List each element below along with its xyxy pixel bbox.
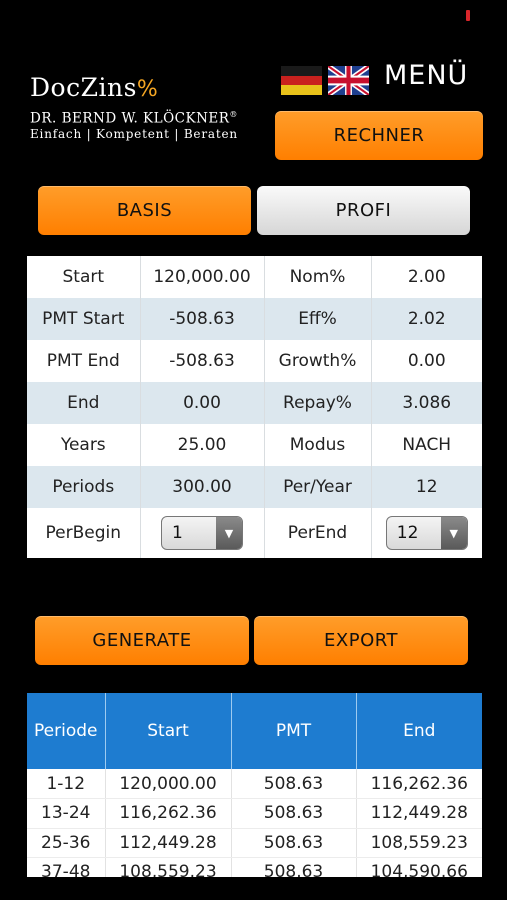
param-value[interactable]: 12 — [371, 466, 482, 508]
param-row: End 0.00 Repay% 3.086 — [27, 382, 482, 424]
per-begin-label: PerBegin — [27, 508, 141, 558]
param-label: Modus — [264, 424, 372, 466]
per-end-value: 12 — [396, 523, 419, 543]
cell-end: 104,590.66 — [356, 857, 482, 877]
cell-pmt: 508.63 — [231, 857, 357, 877]
dropdown-arrow-icon: ▼ — [216, 517, 242, 549]
column-header[interactable]: Periode — [27, 693, 106, 769]
cell-periode: 13-24 — [27, 798, 106, 829]
per-end-select[interactable]: 12 ▼ — [385, 516, 468, 550]
rechner-button[interactable]: RECHNER — [275, 111, 483, 160]
table-row: 37-48 108,559.23 508.63 104,590.66 — [27, 857, 482, 877]
param-label: Start — [27, 256, 141, 298]
table-row: 1-12 120,000.00 508.63 116,262.36 — [27, 769, 482, 799]
cell-pmt: 508.63 — [231, 769, 357, 799]
param-value[interactable]: 0.00 — [140, 382, 265, 424]
param-label: Years — [27, 424, 141, 466]
param-value[interactable]: NACH — [371, 424, 482, 466]
status-indicator — [466, 10, 470, 21]
param-label: Per/Year — [264, 466, 372, 508]
table-row: 13-24 116,262.36 508.63 112,449.28 — [27, 798, 482, 829]
cell-periode: 25-36 — [27, 828, 106, 858]
results-header-row: Periode Start PMT End — [27, 693, 482, 769]
param-row: Start 120,000.00 Nom% 2.00 — [27, 256, 482, 298]
param-row: PerBegin 1 ▼ PerEnd 12 ▼ — [27, 508, 482, 558]
per-begin-value: 1 — [172, 523, 183, 543]
menu-button[interactable]: MENÜ — [384, 60, 468, 91]
cell-start: 120,000.00 — [105, 769, 232, 799]
export-button[interactable]: EXPORT — [254, 616, 468, 665]
parameters-table: Start 120,000.00 Nom% 2.00 PMT Start -50… — [27, 256, 482, 558]
param-label: Eff% — [264, 298, 372, 340]
cell-start: 112,449.28 — [105, 828, 232, 858]
logo-tagline: Einfach | Kompetent | Beraten — [30, 126, 238, 141]
per-begin-select[interactable]: 1 ▼ — [161, 516, 243, 550]
per-end-label: PerEnd — [264, 508, 372, 558]
cell-periode: 1-12 — [27, 769, 106, 799]
param-value[interactable]: 120,000.00 — [140, 256, 265, 298]
column-header[interactable]: End — [356, 693, 482, 769]
tab-basis[interactable]: BASIS — [38, 186, 251, 235]
param-label: Growth% — [264, 340, 372, 382]
cell-end: 112,449.28 — [356, 798, 482, 829]
table-row: 25-36 112,449.28 508.63 108,559.23 — [27, 828, 482, 858]
cell-start: 108,559.23 — [105, 857, 232, 877]
cell-periode: 37-48 — [27, 857, 106, 877]
uk-flag-icon[interactable] — [328, 66, 369, 95]
param-row: PMT Start -508.63 Eff% 2.02 — [27, 298, 482, 340]
cell-pmt: 508.63 — [231, 798, 357, 829]
results-table[interactable]: Periode Start PMT End 1-12 120,000.00 50… — [27, 693, 482, 877]
param-label: Repay% — [264, 382, 372, 424]
param-row: Periods 300.00 Per/Year 12 — [27, 466, 482, 508]
cell-end: 116,262.36 — [356, 769, 482, 799]
param-value[interactable]: 25.00 — [140, 424, 265, 466]
param-value[interactable]: 3.086 — [371, 382, 482, 424]
param-value[interactable]: 300.00 — [140, 466, 265, 508]
cell-start: 116,262.36 — [105, 798, 232, 829]
param-label: End — [27, 382, 141, 424]
column-header[interactable]: Start — [105, 693, 232, 769]
param-value[interactable]: 2.02 — [371, 298, 482, 340]
param-value[interactable]: 0.00 — [371, 340, 482, 382]
logo-title: DocZins% — [30, 73, 159, 103]
param-label: PMT Start — [27, 298, 141, 340]
param-value[interactable]: 2.00 — [371, 256, 482, 298]
doczins-logo: DocZins% DR. BERND W. KLÖCKNER® Einfach … — [30, 74, 270, 141]
param-value[interactable]: -508.63 — [140, 298, 265, 340]
dropdown-arrow-icon: ▼ — [440, 517, 467, 549]
german-flag-icon[interactable] — [281, 66, 322, 95]
param-label: Periods — [27, 466, 141, 508]
param-row: PMT End -508.63 Growth% 0.00 — [27, 340, 482, 382]
cell-pmt: 508.63 — [231, 828, 357, 858]
tab-profi[interactable]: PROFI — [257, 186, 470, 235]
cell-end: 108,559.23 — [356, 828, 482, 858]
logo-author: DR. BERND W. KLÖCKNER® — [30, 110, 238, 127]
param-label: PMT End — [27, 340, 141, 382]
column-header[interactable]: PMT — [231, 693, 357, 769]
param-label: Nom% — [264, 256, 372, 298]
param-row: Years 25.00 Modus NACH — [27, 424, 482, 466]
generate-button[interactable]: GENERATE — [35, 616, 249, 665]
param-value[interactable]: -508.63 — [140, 340, 265, 382]
